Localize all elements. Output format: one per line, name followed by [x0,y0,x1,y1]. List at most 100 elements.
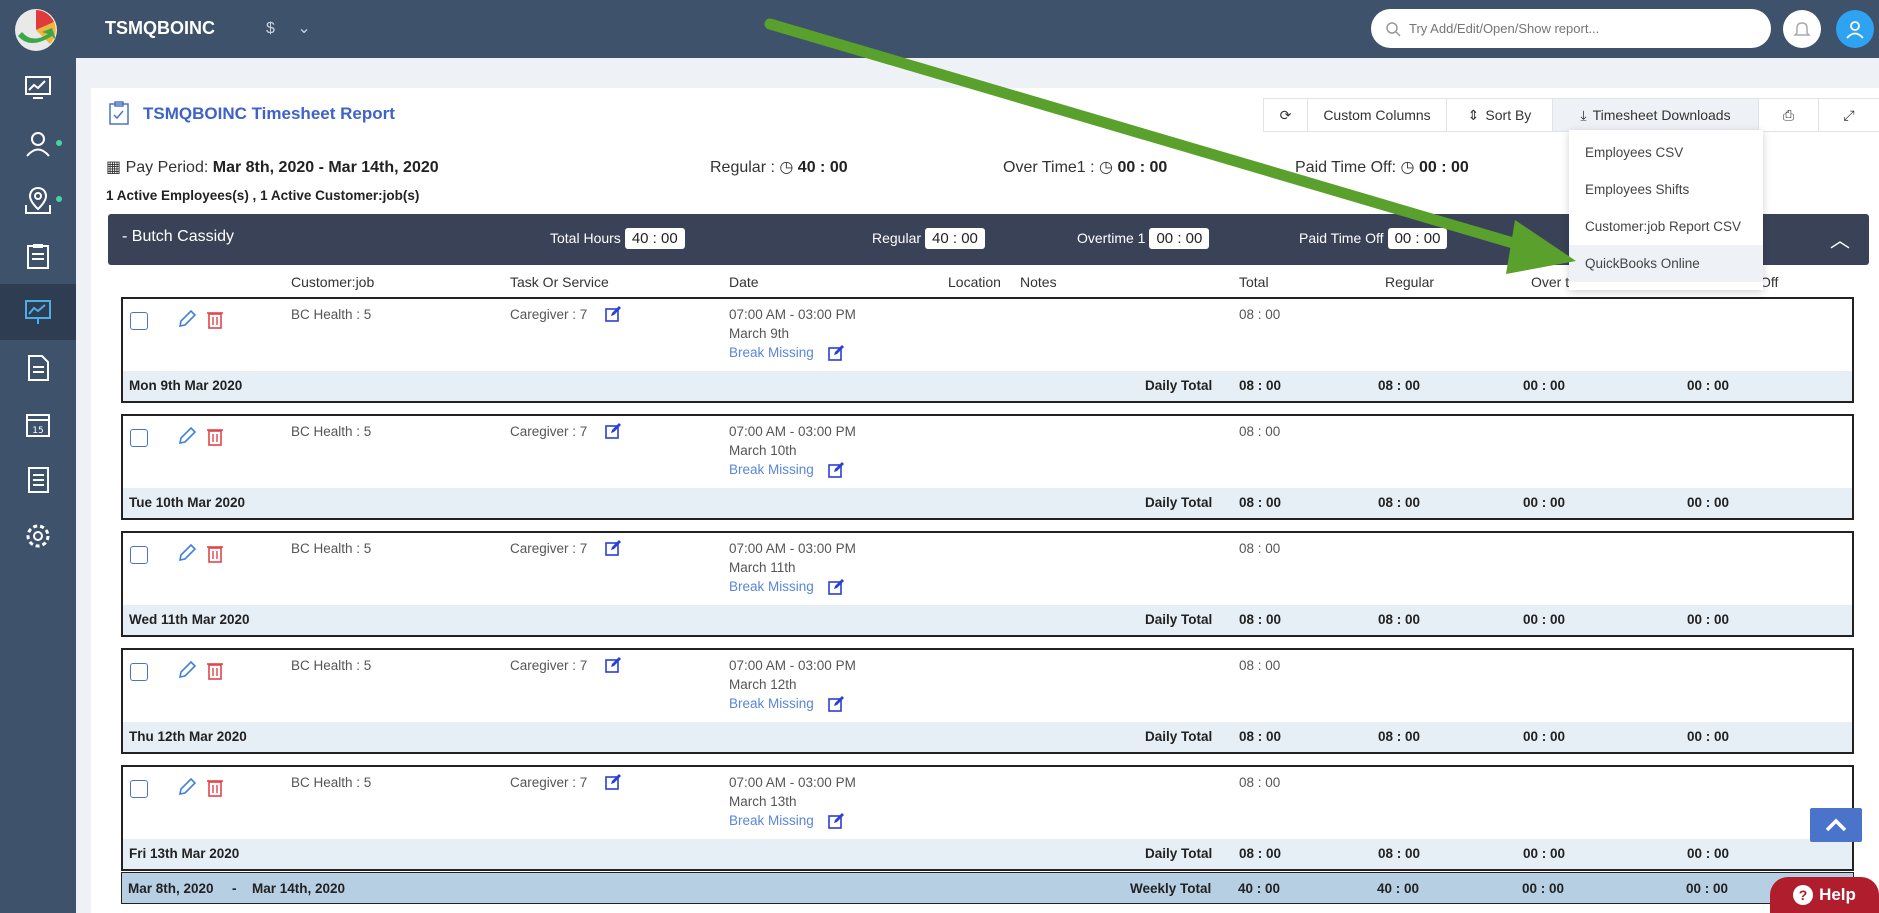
sidebar-item-invoices[interactable] [0,452,76,508]
trash-icon[interactable] [206,543,224,568]
edit-break-icon[interactable] [828,462,844,483]
customer-job: BC Health : 5 [291,424,372,439]
currency-switcher[interactable]: $ ⌄ [266,18,311,38]
active-summary: 1 Active Employees(s) , 1 Active Custome… [106,188,420,203]
edit-task-icon[interactable] [605,657,621,678]
edit-break-icon[interactable] [828,813,844,834]
menu-item-employees-csv[interactable]: Employees CSV [1569,134,1763,171]
menu-item-employees-shifts[interactable]: Employees Shifts [1569,171,1763,208]
collapse-icon[interactable]: ︿ [1830,224,1850,253]
sort-by-button[interactable]: ⇕ Sort By [1447,99,1553,131]
daily-overtime: 00 : 00 [1523,495,1566,510]
row-checkbox[interactable] [130,312,148,330]
bell-icon [1793,22,1811,36]
top-bar: TSMQBOINC $ ⌄ [76,0,1879,58]
daily-overtime: 00 : 00 [1523,378,1566,393]
weekly-pto: 00 : 00 [1686,881,1729,896]
task: Caregiver : 7 [510,424,588,439]
entry-total: 08 : 00 [1239,775,1281,790]
pencil-icon[interactable] [177,777,197,802]
shift-time: 07:00 AM - 03:00 PM [729,424,856,439]
row-checkbox[interactable] [130,663,148,681]
employee-name[interactable]: - Butch Cassidy [122,228,234,246]
col-overtime[interactable]: Over t [1531,274,1569,290]
trash-icon[interactable] [206,777,224,802]
status-dot [56,196,62,202]
print-button[interactable]: ⎙ [1759,99,1819,131]
break-missing-link[interactable]: Break Missing [729,813,814,828]
expand-button[interactable]: ⤢ [1819,99,1879,131]
row-checkbox[interactable] [130,780,148,798]
gear-icon [26,524,50,548]
search-box[interactable] [1371,9,1771,48]
col-customer-job[interactable]: Customer:job [291,274,374,290]
sidebar-item-documents[interactable] [0,340,76,396]
daily-total-label: Daily Total [1145,378,1213,393]
daily-overtime: 00 : 00 [1523,846,1566,861]
menu-item-customer-job-csv[interactable]: Customer:job Report CSV [1569,208,1763,245]
shift-date: March 13th [729,794,797,809]
row-checkbox[interactable] [130,546,148,564]
sidebar-item-employees[interactable] [0,116,76,172]
svg-text:15: 15 [32,426,43,436]
edit-task-icon[interactable] [605,306,621,327]
pay-period: ▦ Pay Period: Mar 8th, 2020 - Mar 14th, … [106,159,439,176]
user-profile-button[interactable] [1836,10,1874,48]
edit-break-icon[interactable] [828,696,844,717]
presentation-chart-icon [25,300,51,324]
col-date[interactable]: Date [729,274,759,290]
sidebar-item-calendar[interactable]: 15 [0,396,76,452]
list-document-icon [28,467,49,493]
col-location[interactable]: Location [948,274,1001,290]
sidebar-item-reports[interactable] [0,284,76,340]
search-input[interactable] [1409,21,1749,36]
edit-task-icon[interactable] [605,774,621,795]
day-label: Fri 13th Mar 2020 [129,846,240,861]
app-logo[interactable] [12,6,62,54]
daily-total-label: Daily Total [1145,612,1213,627]
row-checkbox[interactable] [130,429,148,447]
sidebar-item-locations[interactable] [0,172,76,228]
search-icon [1386,21,1401,37]
break-missing-link[interactable]: Break Missing [729,696,814,711]
clock-icon: ◷ [1099,159,1113,176]
help-button[interactable]: ? Help [1770,877,1879,913]
menu-item-quickbooks-online[interactable]: QuickBooks Online [1569,245,1763,282]
pencil-icon[interactable] [177,660,197,685]
break-missing-link[interactable]: Break Missing [729,345,814,360]
col-notes[interactable]: Notes [1020,274,1057,290]
pencil-icon[interactable] [177,543,197,568]
overtime-summary: Over Time1 : ◷ 00 : 00 [1003,159,1168,176]
col-total[interactable]: Total [1239,274,1269,290]
edit-task-icon[interactable] [605,540,621,561]
edit-break-icon[interactable] [828,345,844,366]
refresh-button[interactable]: ⟳ [1264,99,1308,131]
employee-regular: Regular 40 : 00 [872,228,985,249]
notifications-button[interactable] [1783,10,1821,48]
sidebar-item-settings[interactable] [0,508,76,564]
col-regular[interactable]: Regular [1385,274,1434,290]
day-entry: BC Health : 5 Caregiver : 7 07:00 AM - 0… [121,531,1854,637]
sidebar-item-dashboard[interactable] [0,60,76,116]
trash-icon[interactable] [206,426,224,451]
timesheet-downloads-button[interactable]: ⤓ Timesheet Downloads [1553,99,1759,131]
break-missing-link[interactable]: Break Missing [729,579,814,594]
trash-icon[interactable] [206,660,224,685]
edit-break-icon[interactable] [828,579,844,600]
pencil-icon[interactable] [177,426,197,451]
break-missing-link[interactable]: Break Missing [729,462,814,477]
daily-total: 08 : 00 [1239,846,1282,861]
trash-icon[interactable] [206,309,224,334]
day-entry: BC Health : 5 Caregiver : 7 07:00 AM - 0… [121,414,1854,520]
scroll-to-top-button[interactable] [1810,808,1862,842]
edit-task-icon[interactable] [605,423,621,444]
daily-pto: 00 : 00 [1687,846,1730,861]
entry-total: 08 : 00 [1239,541,1281,556]
custom-columns-button[interactable]: Custom Columns [1308,99,1447,131]
sidebar-item-timesheets[interactable] [0,228,76,284]
col-task[interactable]: Task Or Service [510,274,609,290]
pencil-icon[interactable] [177,309,197,334]
status-dot [56,140,62,146]
company-name[interactable]: TSMQBOINC [105,18,215,39]
day-entry: BC Health : 5 Caregiver : 7 07:00 AM - 0… [121,648,1854,754]
